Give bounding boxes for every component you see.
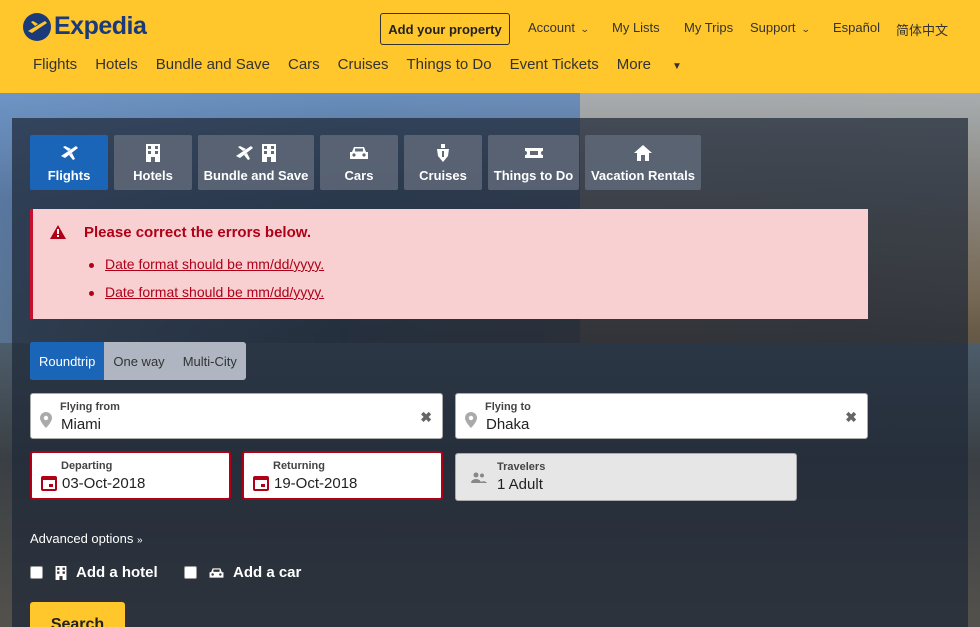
multi-city-option[interactable]: Multi-City: [174, 342, 246, 380]
error-item[interactable]: Date format should be mm/dd/yyyy.: [89, 256, 324, 272]
ship-icon: [437, 144, 449, 162]
field-label: Departing: [61, 460, 113, 472]
advanced-options-label: Advanced options: [30, 531, 134, 546]
returning-field[interactable]: Returning 19-Oct-2018: [242, 451, 443, 500]
field-value: 19-Oct-2018: [274, 475, 358, 492]
people-icon: [471, 472, 487, 483]
error-link[interactable]: Date format should be mm/dd/yyyy.: [105, 284, 324, 300]
tab-label: Vacation Rentals: [590, 168, 696, 183]
my-lists-link[interactable]: My Lists: [612, 20, 660, 35]
clear-icon[interactable]: ✖: [845, 409, 857, 426]
nav-cruises[interactable]: Cruises: [338, 56, 389, 73]
calendar-icon: [253, 476, 269, 491]
search-panel: Flights Hotels Bundle and Save Cars Crui…: [12, 118, 968, 627]
one-way-option[interactable]: One way: [104, 342, 173, 380]
site-header: Expedia Add your property Account ⌄ My Li…: [0, 0, 980, 93]
account-label: Account: [528, 20, 575, 35]
my-trips-link[interactable]: My Trips: [684, 20, 733, 35]
calendar-icon: [41, 476, 57, 491]
support-menu[interactable]: Support ⌄: [750, 20, 811, 35]
nav-flights[interactable]: Flights: [33, 56, 77, 73]
departing-field[interactable]: Departing 03-Oct-2018: [30, 451, 231, 500]
field-value: 03-Oct-2018: [62, 475, 146, 492]
brand-name: Expedia: [54, 12, 147, 40]
chevron-down-icon: ▼: [671, 61, 682, 72]
field-label: Travelers: [497, 461, 546, 473]
globe-icon: [23, 12, 51, 41]
error-alert: Please correct the errors below. Date fo…: [30, 209, 868, 319]
field-value: 1 Adult: [497, 476, 543, 493]
location-pin-icon: [40, 412, 52, 428]
tab-label: Things to Do: [493, 168, 574, 183]
error-link[interactable]: Date format should be mm/dd/yyyy.: [105, 256, 324, 272]
field-value: Miami: [61, 416, 101, 433]
support-label: Support: [750, 20, 796, 35]
chevron-down-icon: ⌄: [800, 24, 811, 34]
tab-things-to-do[interactable]: Things to Do: [488, 135, 579, 190]
add-hotel-option[interactable]: Add a hotel: [30, 564, 158, 581]
tab-hotels[interactable]: Hotels: [114, 135, 192, 190]
ticket-icon: [524, 148, 543, 158]
tab-label: Hotels: [133, 168, 173, 183]
error-title: Please correct the errors below.: [84, 224, 312, 241]
location-pin-icon: [465, 412, 477, 428]
tab-label: Flights: [47, 168, 91, 183]
car-icon: [209, 567, 224, 578]
building-icon: [262, 144, 276, 162]
main-nav: Flights Hotels Bundle and Save Cars Crui…: [33, 56, 718, 73]
tab-label: Cars: [344, 168, 374, 183]
tab-bundle-and-save[interactable]: Bundle and Save: [198, 135, 314, 190]
travelers-field[interactable]: Travelers 1 Adult: [455, 453, 797, 501]
bullet: [89, 262, 94, 268]
tab-cruises[interactable]: Cruises: [404, 135, 482, 190]
double-chevron-down-icon: »: [136, 535, 143, 546]
nav-things-to-do[interactable]: Things to Do: [407, 56, 492, 73]
plane-icon: [236, 146, 253, 160]
car-icon: [350, 147, 368, 159]
tab-label: Bundle and Save: [203, 168, 309, 183]
field-label: Flying from: [60, 401, 120, 413]
tab-cars[interactable]: Cars: [320, 135, 398, 190]
chinese-link[interactable]: 简体中文: [896, 20, 948, 39]
add-hotel-label: Add a hotel: [76, 564, 158, 581]
bullet: [89, 290, 94, 296]
nav-more-label: More: [616, 56, 651, 73]
warning-icon: [50, 225, 66, 239]
field-value: Dhaka: [486, 416, 530, 433]
building-icon: [55, 565, 67, 580]
field-label: Flying to: [485, 401, 531, 413]
add-car-checkbox[interactable]: [184, 566, 197, 579]
add-property-button[interactable]: Add your property: [380, 13, 510, 45]
clear-icon[interactable]: ✖: [420, 409, 432, 426]
tab-vacation-rentals[interactable]: Vacation Rentals: [585, 135, 701, 190]
flying-from-field[interactable]: Flying from Miami ✖: [30, 393, 443, 439]
add-car-label: Add a car: [233, 564, 302, 581]
plane-icon: [61, 146, 78, 160]
espanol-link[interactable]: Español: [833, 20, 880, 35]
nav-more[interactable]: More ▼: [617, 56, 700, 73]
add-car-option[interactable]: Add a car: [184, 564, 301, 581]
tab-label: Cruises: [419, 168, 467, 183]
trip-type-toggle: Roundtrip One way Multi-City: [30, 342, 246, 380]
nav-cars[interactable]: Cars: [288, 56, 320, 73]
nav-bundle[interactable]: Bundle and Save: [156, 56, 270, 73]
nav-hotels[interactable]: Hotels: [95, 56, 138, 73]
error-item[interactable]: Date format should be mm/dd/yyyy.: [89, 284, 324, 300]
field-label: Returning: [273, 460, 325, 472]
add-hotel-checkbox[interactable]: [30, 566, 43, 579]
expedia-logo[interactable]: Expedia: [23, 12, 147, 41]
tab-flights[interactable]: Flights: [30, 135, 108, 190]
advanced-options-toggle[interactable]: Advanced options »: [30, 531, 143, 546]
nav-event-tickets[interactable]: Event Tickets: [510, 56, 599, 73]
building-icon: [146, 144, 160, 162]
flying-to-field[interactable]: Flying to Dhaka ✖: [455, 393, 868, 439]
house-icon: [634, 145, 652, 161]
roundtrip-option[interactable]: Roundtrip: [30, 342, 105, 380]
chevron-down-icon: ⌄: [579, 24, 590, 34]
account-menu[interactable]: Account ⌄: [528, 20, 590, 35]
search-button[interactable]: Search: [30, 602, 125, 627]
